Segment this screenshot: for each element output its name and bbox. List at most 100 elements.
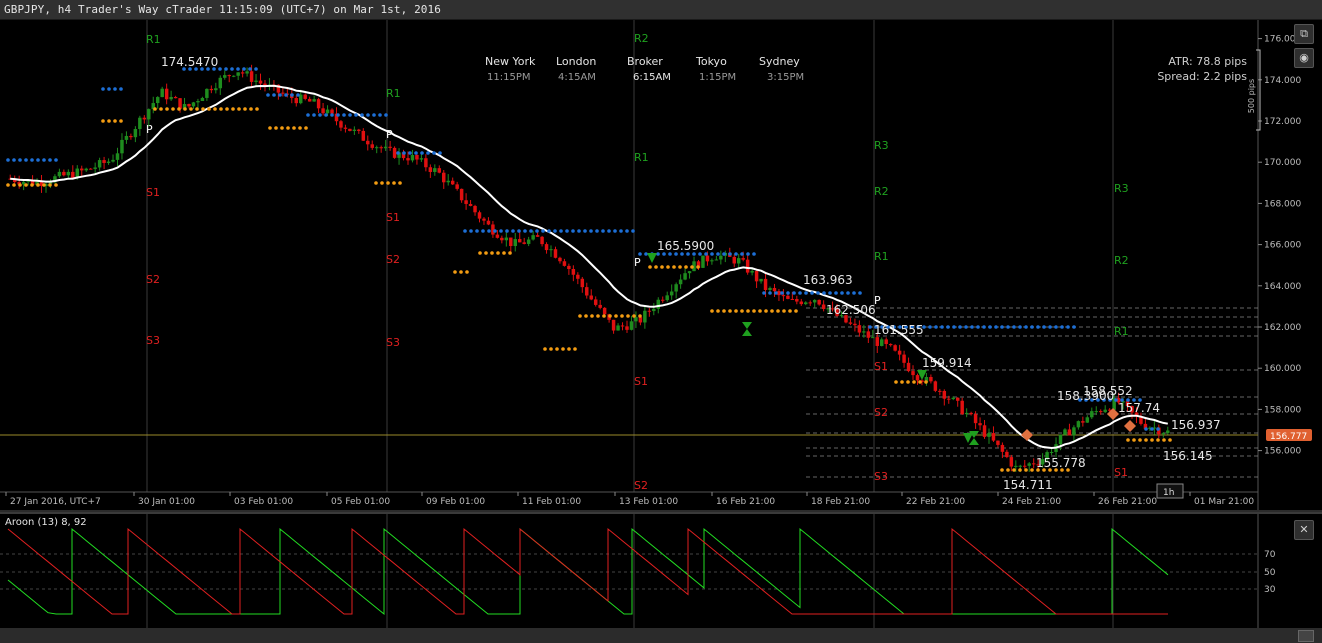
level-dot (770, 309, 774, 313)
level-dot (266, 93, 270, 97)
candle-body (964, 412, 969, 415)
price-annotation-label: 161.555 (874, 323, 924, 337)
detach-chart-button[interactable]: ⧉ (1294, 24, 1314, 44)
level-dot (195, 107, 199, 111)
pivot-label-r2: R2 (874, 185, 889, 198)
level-dot (583, 229, 587, 233)
level-dot (183, 107, 187, 111)
level-dot (478, 251, 482, 255)
screenshot-camera-button[interactable]: ◉ (1294, 48, 1314, 68)
time-axis-label: 27 Jan 2016, UTC+7 (10, 497, 101, 507)
aroon-title: Aroon (13) 8, 92 (5, 517, 87, 528)
level-dot (469, 229, 473, 233)
scroll-right-button[interactable] (1298, 630, 1314, 642)
price-axis-label: 160.000 (1264, 364, 1301, 374)
level-dot (207, 107, 211, 111)
candle-body (911, 371, 915, 376)
candle-body (312, 99, 316, 102)
candle-body (482, 218, 486, 221)
candle-body (915, 375, 920, 381)
candle-body (585, 287, 589, 296)
candle-body (388, 146, 392, 148)
candle-body (732, 256, 736, 264)
pivot-label-s2: S2 (146, 273, 160, 286)
candle-body (1009, 457, 1014, 467)
level-dot (30, 158, 34, 162)
level-dot (780, 291, 784, 295)
level-dot (290, 93, 294, 97)
candle-body (357, 129, 361, 131)
candle-body (473, 205, 477, 213)
candle-body (571, 269, 576, 275)
level-dot (1036, 325, 1040, 329)
level-dot (225, 107, 229, 111)
candle-body (450, 180, 455, 185)
candle-body (303, 94, 307, 99)
candle-body (629, 321, 634, 330)
close-indicator-button[interactable]: ✕ (1294, 520, 1314, 540)
level-dot (201, 107, 205, 111)
bottom-scroll-bar[interactable] (0, 628, 1322, 643)
pivot-label-s3: S3 (874, 470, 888, 483)
level-dot (420, 151, 424, 155)
down-triangle-icon (647, 253, 657, 263)
level-dot (432, 151, 436, 155)
level-dot (690, 265, 694, 269)
pivot-label-r1: R1 (634, 151, 649, 164)
candle-body (602, 307, 607, 315)
level-dot (6, 158, 10, 162)
level-dot (384, 113, 388, 117)
level-dot (840, 291, 844, 295)
candle-body (348, 128, 352, 131)
level-dot (762, 291, 766, 295)
level-dot (42, 183, 46, 187)
candle-body (531, 235, 535, 240)
level-dot (505, 229, 509, 233)
candle-body (522, 242, 526, 244)
level-dot (638, 252, 642, 256)
candle-body (352, 129, 357, 131)
candle-body (1072, 427, 1076, 436)
candle-body (759, 278, 763, 282)
candle-body (424, 158, 428, 168)
candle-body (862, 331, 866, 333)
candle-body (111, 159, 115, 162)
level-dot (274, 126, 278, 130)
level-dot (934, 325, 938, 329)
candle-body (875, 337, 879, 346)
aroon-chart[interactable]: Aroon (13) 8, 92 70 50 30 (0, 514, 1322, 630)
level-dot (578, 314, 582, 318)
level-dot (1156, 427, 1160, 431)
level-dot (113, 119, 117, 123)
level-dot (746, 309, 750, 313)
candle-body (366, 140, 370, 145)
level-dot (1012, 468, 1016, 472)
level-dot (101, 87, 105, 91)
candle-body (634, 317, 638, 322)
level-dot (788, 309, 792, 313)
candle-body (884, 339, 888, 344)
pivot-label-s3: S3 (386, 336, 400, 349)
pivot-label-s1: S1 (874, 360, 888, 373)
level-dot (852, 291, 856, 295)
level-dot (1054, 325, 1058, 329)
level-dot (48, 183, 52, 187)
price-chart[interactable]: 176.000174.000172.000170.000168.000166.0… (0, 20, 1322, 510)
level-dot (1030, 325, 1034, 329)
level-dot (906, 380, 910, 384)
candle-body (1014, 465, 1018, 467)
candle-body (817, 299, 821, 305)
level-dot (722, 309, 726, 313)
level-dot (625, 229, 629, 233)
candle-body (871, 337, 875, 339)
session-time: 4:15AM (558, 72, 596, 83)
level-dot (280, 126, 284, 130)
level-dot (1150, 427, 1154, 431)
aroon-indicator-pane[interactable]: Aroon (13) 8, 92 70 50 30 ✕ (0, 512, 1322, 630)
candle-body (580, 278, 585, 288)
level-dot (487, 229, 491, 233)
candle-body (768, 287, 772, 290)
candle-body (1076, 421, 1081, 428)
candle-body (442, 172, 446, 183)
main-chart-pane[interactable]: 176.000 174.000 172.000 170.000 168.000 166.0… (0, 20, 1322, 510)
